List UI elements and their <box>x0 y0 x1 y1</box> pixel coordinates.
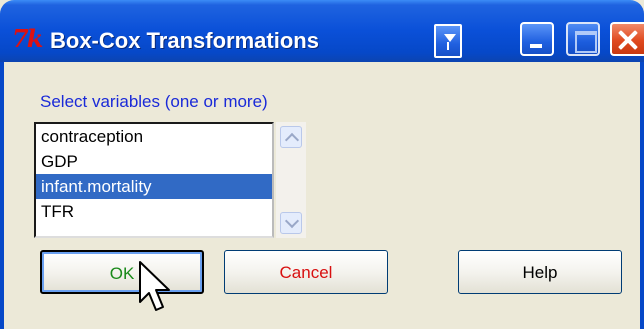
list-item[interactable]: TFR <box>36 199 272 224</box>
window-frame-right <box>640 62 644 329</box>
variables-scrollbar[interactable] <box>276 122 306 238</box>
minimize-icon[interactable] <box>520 22 554 56</box>
dialog-window: 7k Box-Cox Transformations Select variab… <box>0 0 644 329</box>
variables-label: Select variables (one or more) <box>40 92 268 111</box>
list-item[interactable]: contraception <box>36 124 272 149</box>
help-button[interactable]: Help <box>458 250 622 294</box>
scroll-up-icon[interactable] <box>280 126 302 148</box>
ok-button[interactable]: OK <box>40 250 204 294</box>
tk-app-icon: 7k <box>12 24 43 53</box>
close-icon[interactable] <box>610 22 644 56</box>
variables-listbox[interactable]: contraception GDP infant.mortality TFR <box>34 122 274 238</box>
list-item[interactable]: infant.mortality <box>36 174 272 199</box>
list-item[interactable]: GDP <box>36 149 272 174</box>
window-title: Box-Cox Transformations <box>50 28 319 53</box>
window-frame-left <box>0 62 4 329</box>
maximize-icon[interactable] <box>566 22 600 56</box>
cancel-button[interactable]: Cancel <box>224 250 388 294</box>
title-bar[interactable]: 7k Box-Cox Transformations <box>0 0 644 62</box>
scroll-down-icon[interactable] <box>280 212 302 234</box>
pin-icon[interactable] <box>434 24 462 58</box>
